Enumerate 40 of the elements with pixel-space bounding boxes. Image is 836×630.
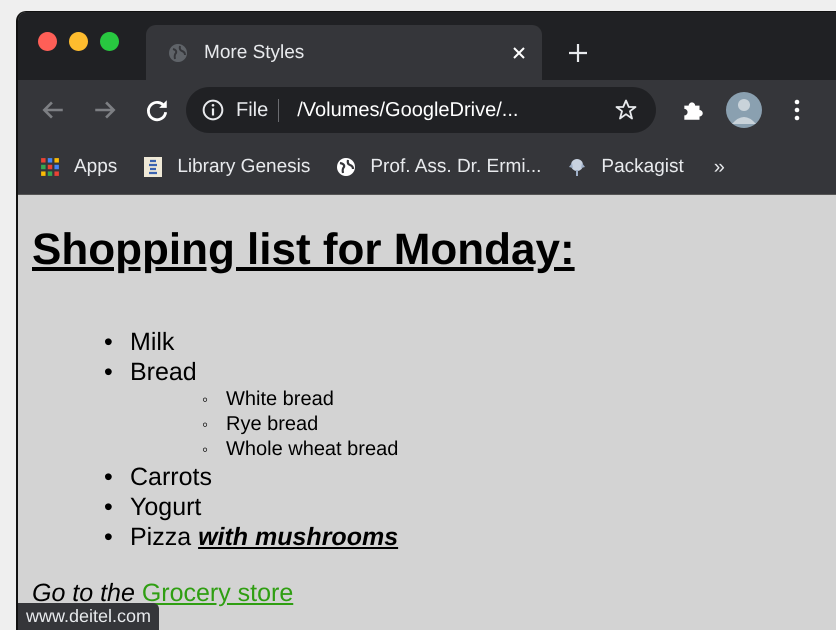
browser-tab[interactable]: More Styles — [146, 25, 542, 80]
list-item: Pizza with mushrooms — [130, 523, 398, 551]
minimize-window-button[interactable] — [69, 32, 88, 51]
info-icon — [202, 99, 224, 121]
zoom-window-button[interactable] — [100, 32, 119, 51]
bookmark-item[interactable]: Packagist — [567, 156, 684, 178]
list-item: Whole wheat bread — [226, 438, 398, 460]
menu-icon[interactable] — [794, 99, 800, 121]
bullet: • — [104, 327, 114, 357]
globe-icon — [336, 157, 356, 177]
list-item: Yogurt — [130, 493, 202, 521]
list-item: Bread — [130, 358, 197, 386]
bookmark-item[interactable]: Prof. Ass. Dr. Ermi... — [336, 156, 542, 178]
close-window-button[interactable] — [38, 32, 57, 51]
bookmark-item[interactable]: Apps — [40, 156, 118, 178]
list-item: Carrots — [130, 463, 212, 491]
list-item: Milk — [130, 328, 174, 356]
bookmark-item[interactable]: Library Genesis — [143, 156, 310, 178]
grid-icon — [40, 157, 60, 177]
bullet: • — [104, 492, 114, 522]
list-item: White bread — [226, 388, 334, 410]
page-heading: Shopping list for Monday: — [32, 225, 576, 275]
tab-title: More Styles — [204, 42, 306, 64]
bullet: • — [104, 522, 114, 552]
globe-icon — [168, 42, 188, 62]
star-icon[interactable] — [614, 98, 638, 122]
new-tab-icon[interactable] — [568, 43, 588, 63]
bullet: ◦ — [202, 439, 210, 461]
close-icon[interactable] — [512, 46, 526, 60]
bullet: • — [104, 357, 114, 387]
bullet: • — [104, 462, 114, 492]
scheme-label: File — [236, 98, 280, 122]
address-bar[interactable]: File /Volumes/GoogleDrive/... — [186, 87, 656, 133]
more-bookmarks-button[interactable]: » — [714, 156, 725, 178]
list-item: Rye bread — [226, 413, 318, 435]
bullet: ◦ — [202, 389, 210, 411]
url-text: /Volumes/GoogleDrive/... — [297, 98, 520, 122]
avatar-icon[interactable] — [726, 92, 762, 128]
book-icon — [143, 157, 164, 177]
bullet: ◦ — [202, 414, 210, 436]
